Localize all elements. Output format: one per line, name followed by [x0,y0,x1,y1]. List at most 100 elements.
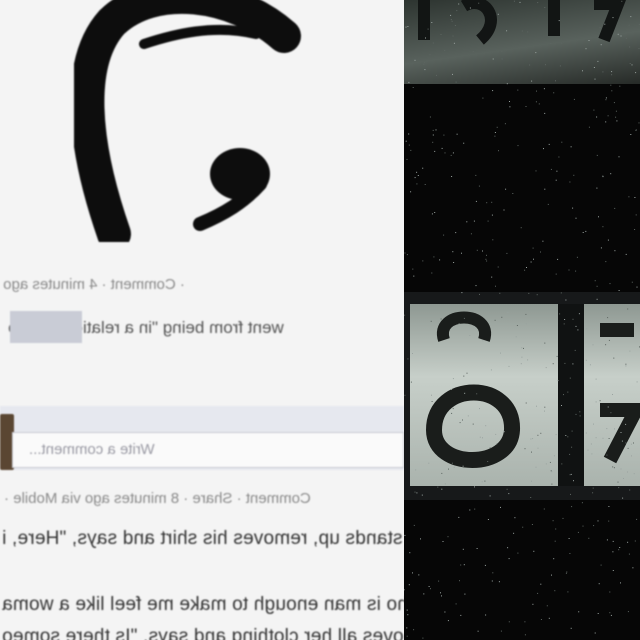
noise-speck [482,250,483,252]
noise-speck [466,221,468,223]
noise-speck [586,328,588,330]
noise-speck [571,506,573,508]
noise-speck [509,106,511,108]
noise-speck [441,472,443,474]
noise-speck [447,536,449,538]
noise-speck [532,247,534,249]
noise-speck [550,43,552,44]
noise-speck [608,339,610,341]
noise-speck [432,129,434,131]
noise-speck [528,292,530,294]
noise-speck [565,572,567,574]
noise-speck [540,432,542,434]
noise-speck [424,69,426,71]
noise-speck [494,319,496,321]
noise-speck [563,394,564,396]
noise-speck [545,367,547,369]
noise-speck [625,37,627,39]
noise-speck [575,270,577,272]
noise-speck [627,541,629,543]
noise-speck [499,292,501,294]
noise-speck [570,473,572,475]
noise-speck [544,410,545,412]
noise-speck [627,611,629,613]
noise-speck [514,517,516,519]
noise-speck [506,252,508,254]
noise-speck [475,285,477,287]
noise-speck [497,266,499,268]
noise-speck [496,443,498,445]
noise-speck [633,473,635,475]
noise-speck [435,129,437,131]
noise-speck [524,448,526,450]
noise-speck [573,98,575,100]
noise-speck [463,375,465,377]
noise-speck [630,134,632,135]
noise-speck [524,634,526,636]
noise-speck [456,133,458,135]
noise-speck [604,23,606,25]
noise-speck [527,359,529,361]
noise-speck [519,1,521,3]
comment-input[interactable]: Write a comment... [12,432,404,468]
noise-speck [517,145,519,147]
noise-speck [423,61,425,63]
noise-speck [574,349,576,351]
noise-speck [434,212,436,213]
noise-speck [492,58,494,60]
noise-speck [431,401,433,402]
noise-speck [612,17,614,19]
noise-speck [410,191,412,193]
noise-speck [425,37,426,39]
noise-speck [595,378,597,380]
noise-speck [504,123,506,125]
noise-speck [521,347,523,349]
noise-speck [588,40,590,41]
noise-speck [530,261,532,263]
noise-speck [458,3,460,5]
noise-speck [605,344,607,346]
noise-speck [507,547,509,549]
noise-speck [452,378,454,380]
noise-speck [508,365,510,367]
noise-speck [427,28,429,30]
noise-speck [592,344,594,346]
noise-speck [464,593,466,595]
noise-speck [441,595,442,597]
noise-speck [606,539,608,541]
noise-speck [482,340,484,342]
noise-speck [620,582,621,584]
noise-speck [622,497,624,499]
noise-speck [540,619,542,620]
noise-speck [625,253,627,255]
noise-speck [531,451,532,453]
noise-speck [548,143,550,145]
noise-speck [595,401,597,403]
noise-speck [618,549,620,551]
noise-speck [557,380,559,382]
noise-speck [458,516,460,518]
noise-speck [416,492,418,494]
noise-speck [618,290,620,291]
noise-speck [508,558,510,560]
noise-speck [520,363,522,365]
noise-speck [428,586,430,587]
noise-speck [453,42,455,44]
noise-speck [530,497,532,498]
noise-speck [578,611,580,613]
noise-speck [593,423,594,425]
noise-speck [416,171,418,173]
mirrored-feed: · Comment · 4 minutes ago · went from be… [0,0,404,640]
noise-speck [442,541,444,542]
noise-speck [407,26,409,27]
noise-speck [503,209,505,211]
noise-speck [532,603,534,605]
noise-speck [453,262,455,263]
noise-speck [542,240,544,242]
noise-speck [582,232,584,233]
noise-speck [625,423,627,425]
noise-speck [635,214,637,216]
noise-speck [440,592,441,594]
noise-speck [478,2,480,4]
noise-speck [535,52,537,54]
